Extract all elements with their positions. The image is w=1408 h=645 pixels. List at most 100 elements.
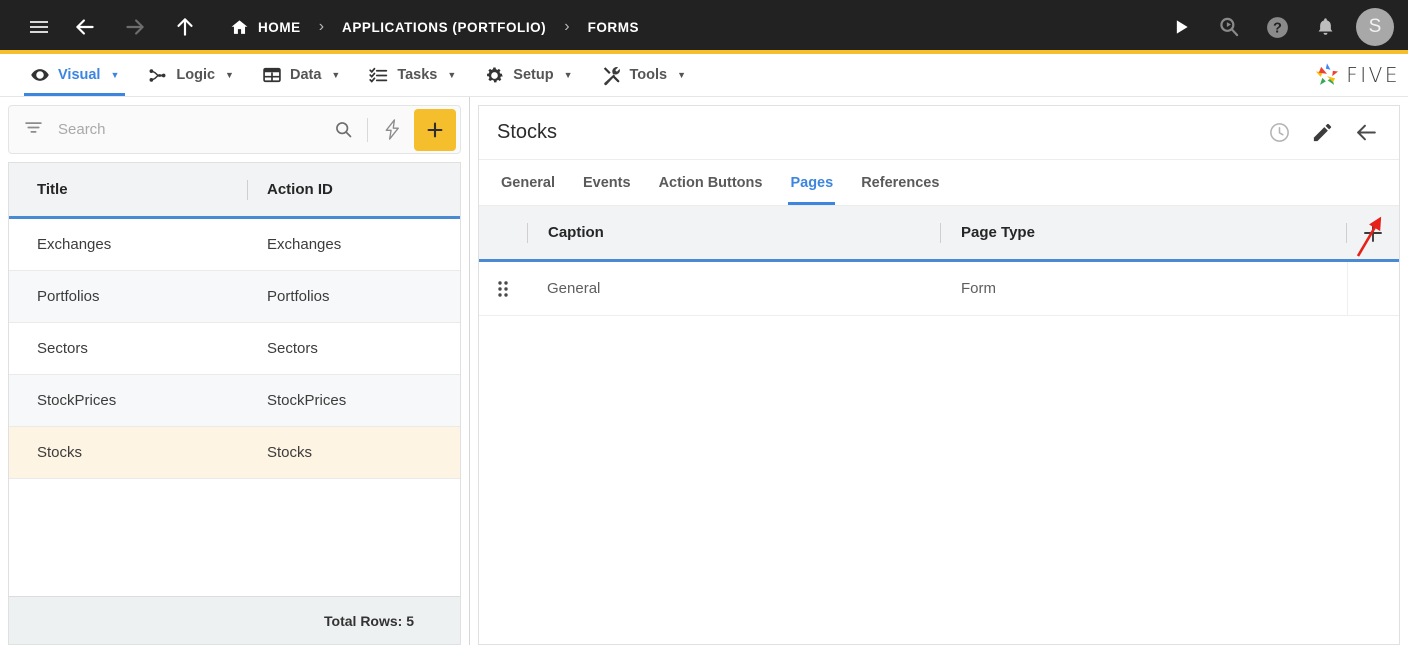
table-row[interactable]: Sectors Sectors bbox=[9, 323, 460, 375]
cell-title: Stocks bbox=[37, 444, 83, 461]
tab-references[interactable]: References bbox=[847, 160, 953, 205]
menu-label-setup: Setup bbox=[513, 67, 554, 83]
cell-caption: General bbox=[547, 280, 601, 297]
main-menu-bar: Visual ▼ Logic ▼ Data ▼ Tasks ▼ Setup ▼ … bbox=[0, 54, 1408, 97]
chevron-down-icon: ▼ bbox=[331, 69, 341, 80]
menu-item-setup[interactable]: Setup ▼ bbox=[470, 54, 586, 96]
menu-item-logic[interactable]: Logic ▼ bbox=[133, 54, 248, 96]
pages-grid-header: Caption Page Type bbox=[479, 206, 1399, 262]
breadcrumb-separator: › bbox=[564, 18, 570, 35]
cell-action-id: StockPrices bbox=[267, 392, 347, 409]
tab-label: Events bbox=[583, 174, 631, 191]
column-header-title[interactable]: Title bbox=[9, 163, 247, 216]
arrow-up-icon[interactable] bbox=[168, 10, 202, 44]
menu-label-visual: Visual bbox=[58, 67, 101, 83]
cell-title: Exchanges bbox=[37, 236, 112, 253]
topbar-actions: ? S bbox=[1164, 8, 1394, 46]
form-detail-panel: Stocks General Events Action Buttons Pag… bbox=[470, 97, 1408, 645]
hamburger-icon[interactable] bbox=[22, 10, 56, 44]
main-content: Title Action ID Exchanges Exchanges Port… bbox=[0, 97, 1408, 645]
chevron-down-icon: ▼ bbox=[563, 69, 573, 80]
tab-pages[interactable]: Pages bbox=[776, 160, 847, 205]
cell-page-type: Form bbox=[961, 280, 996, 297]
chevron-down-icon: ▼ bbox=[447, 69, 457, 80]
row-end-cell bbox=[1347, 262, 1399, 315]
pages-grid-empty-area bbox=[479, 316, 1399, 644]
brand-logo: FIVE bbox=[1313, 54, 1408, 96]
checklist-icon bbox=[368, 65, 389, 86]
table-row[interactable]: Exchanges Exchanges bbox=[9, 219, 460, 271]
tab-label: Action Buttons bbox=[658, 174, 763, 191]
search-toolbar bbox=[8, 105, 461, 154]
chevron-down-icon: ▼ bbox=[110, 69, 120, 80]
add-form-button[interactable] bbox=[414, 108, 456, 151]
column-header-caption[interactable]: Caption bbox=[528, 224, 940, 241]
breadcrumb-separator: › bbox=[318, 18, 325, 35]
tab-general[interactable]: General bbox=[487, 160, 569, 205]
table-row[interactable]: StockPrices StockPrices bbox=[9, 375, 460, 427]
column-header-page-type[interactable]: Page Type bbox=[941, 224, 1346, 241]
tab-action-buttons[interactable]: Action Buttons bbox=[645, 160, 777, 205]
menu-label-data: Data bbox=[289, 67, 322, 83]
filter-icon[interactable] bbox=[23, 117, 44, 143]
tab-events[interactable]: Events bbox=[569, 160, 645, 205]
edit-pencil-icon[interactable] bbox=[1311, 121, 1334, 144]
menu-item-tools[interactable]: Tools ▼ bbox=[587, 54, 701, 96]
table-row[interactable]: Portfolios Portfolios bbox=[9, 271, 460, 323]
cell-title: Sectors bbox=[37, 340, 88, 357]
search-input[interactable] bbox=[58, 121, 325, 138]
toolbar-divider bbox=[367, 117, 368, 142]
play-icon[interactable] bbox=[1164, 10, 1198, 44]
history-clock-icon[interactable] bbox=[1268, 121, 1291, 144]
menu-item-data[interactable]: Data ▼ bbox=[248, 54, 354, 96]
breadcrumb-item-forms[interactable]: FORMS bbox=[588, 20, 640, 35]
back-arrow-icon[interactable] bbox=[1354, 120, 1379, 145]
search-icon[interactable] bbox=[325, 112, 361, 148]
cell-title: Portfolios bbox=[37, 288, 100, 305]
five-pinwheel-icon bbox=[1313, 61, 1341, 89]
home-icon bbox=[230, 18, 249, 37]
brand-text: FIVE bbox=[1346, 63, 1400, 87]
tab-label: Pages bbox=[790, 174, 834, 191]
detail-tabs: General Events Action Buttons Pages Refe… bbox=[479, 160, 1399, 206]
table-row[interactable]: General Form bbox=[479, 262, 1399, 316]
bell-icon[interactable] bbox=[1308, 10, 1342, 44]
total-rows-label: Total Rows: 5 bbox=[8, 596, 461, 645]
breadcrumb-item-applications[interactable]: APPLICATIONS (PORTFOLIO) bbox=[342, 20, 546, 35]
detail-header: Stocks bbox=[479, 106, 1399, 160]
search-magnify-icon[interactable] bbox=[1212, 10, 1246, 44]
svg-text:?: ? bbox=[1273, 20, 1282, 36]
forms-grid-body: Exchanges Exchanges Portfolios Portfolio… bbox=[9, 219, 460, 596]
drag-handle-icon[interactable] bbox=[479, 279, 527, 299]
breadcrumb-item-home[interactable]: HOME bbox=[230, 18, 301, 37]
forms-grid-header: Title Action ID bbox=[9, 163, 460, 219]
top-navigation-bar: HOME › APPLICATIONS (PORTFOLIO) › FORMS … bbox=[0, 0, 1408, 54]
form-detail-card: Stocks General Events Action Buttons Pag… bbox=[478, 105, 1400, 645]
cell-action-id: Sectors bbox=[267, 340, 318, 357]
detail-header-actions bbox=[1268, 120, 1379, 145]
tab-label: General bbox=[501, 174, 555, 191]
app-window: HOME › APPLICATIONS (PORTFOLIO) › FORMS … bbox=[0, 0, 1408, 645]
column-header-action-id[interactable]: Action ID bbox=[248, 163, 460, 216]
menu-item-tasks[interactable]: Tasks ▼ bbox=[354, 54, 470, 96]
table-icon bbox=[262, 65, 282, 85]
table-row-selected[interactable]: Stocks Stocks bbox=[9, 427, 460, 479]
cell-action-id: Portfolios bbox=[267, 288, 330, 305]
nodes-icon bbox=[147, 65, 168, 86]
menu-item-visual[interactable]: Visual ▼ bbox=[16, 54, 133, 96]
eye-icon bbox=[30, 65, 50, 85]
menu-label-tools: Tools bbox=[629, 67, 668, 83]
add-page-button[interactable] bbox=[1347, 221, 1399, 245]
lightning-bolt-icon[interactable] bbox=[374, 112, 410, 148]
arrow-left-icon[interactable] bbox=[68, 10, 102, 44]
chevron-down-icon: ▼ bbox=[225, 69, 234, 80]
cell-action-id: Exchanges bbox=[267, 236, 342, 253]
cell-action-id: Stocks bbox=[267, 444, 313, 461]
tools-icon bbox=[601, 65, 622, 86]
avatar[interactable]: S bbox=[1356, 8, 1394, 46]
breadcrumb-label-home: HOME bbox=[258, 19, 301, 35]
arrow-right-icon bbox=[118, 10, 152, 44]
menu-label-logic: Logic bbox=[176, 67, 216, 83]
help-circle-icon[interactable]: ? bbox=[1260, 10, 1294, 44]
tab-label: References bbox=[861, 174, 940, 191]
